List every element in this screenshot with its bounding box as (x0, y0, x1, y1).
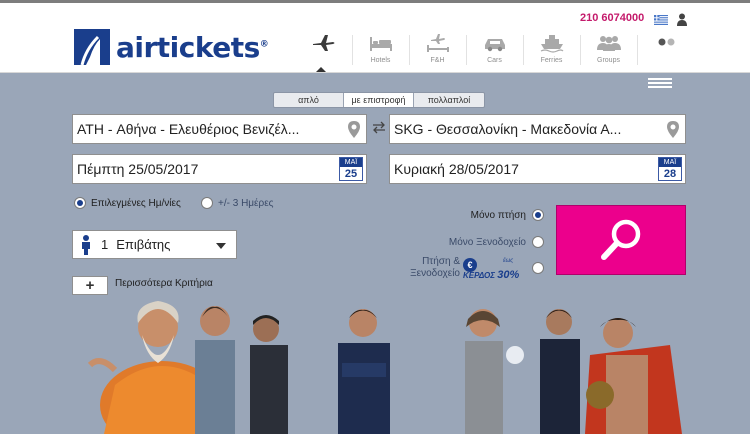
calendar-month: ΜΑΪ (659, 158, 681, 167)
nav-groups[interactable]: Groups (580, 33, 637, 73)
profit-promo-badge: € έως ΚΕΡΔΟΣ 30% (463, 258, 527, 281)
hamburger-menu-icon[interactable] (648, 78, 672, 88)
flight-only-label: Μόνο πτήση (470, 209, 526, 221)
active-caret (316, 67, 326, 72)
product-hotel-only[interactable]: Μόνο Ξενοδοχείο (449, 236, 544, 248)
nav-ferries[interactable]: Ferries (523, 33, 580, 73)
nav-cars[interactable]: Cars (466, 33, 523, 73)
site-header: airtickets® 210 6074000 Hotels F&H Cars … (0, 3, 750, 73)
origin-value: ATH - Αθήνα - Ελευθέριος Βενιζέλ... (77, 121, 300, 137)
search-icon (601, 219, 641, 260)
more-criteria-label[interactable]: Περισσότερα Κριτήρια (115, 278, 213, 289)
hotel-only-radio[interactable] (532, 236, 544, 248)
logo-text: airtickets® (116, 30, 269, 64)
exact-dates-option[interactable]: Επιλεγμένες Ημ/νίες (74, 197, 181, 209)
people-background-image (87, 301, 682, 434)
tab-round-trip[interactable]: με επιστροφή (344, 93, 414, 107)
passenger-icon (82, 234, 90, 255)
product-nav: Hotels F&H Cars Ferries Groups (295, 33, 694, 73)
flexible-dates-label: +/- 3 Ημέρες (218, 197, 274, 209)
passenger-count: 1 (101, 237, 109, 252)
nav-label: F&H (430, 57, 445, 64)
car-icon (484, 39, 505, 52)
exact-dates-label: Επιλεγμένες Ημ/νίες (91, 197, 181, 209)
plane-bed-icon (426, 34, 449, 52)
location-pin-icon[interactable] (667, 121, 679, 138)
calendar-day: 25 (344, 168, 358, 180)
swap-icon[interactable] (371, 121, 387, 134)
trip-type-tabs: απλό με επιστροφή πολλαπλοί (273, 92, 485, 108)
return-date-field[interactable]: Κυριακή 28/05/2017 ΜΑΪ 28 (389, 154, 686, 184)
hotel-only-label: Μόνο Ξενοδοχείο (448, 236, 526, 248)
calendar-icon[interactable]: ΜΑΪ 28 (658, 157, 682, 181)
calendar-icon[interactable]: ΜΑΪ 25 (339, 157, 363, 181)
exact-dates-radio[interactable] (74, 197, 86, 209)
flight-hotel-label-2: Ξενοδοχείο (410, 268, 460, 279)
phone-number[interactable]: 210 6074000 (580, 12, 644, 24)
tab-one-way[interactable]: απλό (274, 93, 344, 107)
return-date-value: Κυριακή 28/05/2017 (394, 161, 519, 177)
plane-icon (312, 35, 334, 51)
flexible-dates-radio[interactable] (201, 197, 213, 209)
depart-date-value: Πέμπτη 25/05/2017 (77, 161, 199, 177)
greek-flag-icon[interactable] (654, 15, 668, 25)
nav-more[interactable] (637, 33, 694, 73)
more-criteria-button[interactable]: + (72, 276, 108, 295)
promo-until: έως (503, 258, 514, 264)
search-button[interactable] (556, 205, 686, 275)
nav-flights[interactable] (295, 33, 352, 73)
destination-field[interactable]: SKG - Θεσσαλονίκη - Μακεδονία Α... (389, 114, 686, 144)
flexible-dates-option[interactable]: +/- 3 Ημέρες (201, 197, 273, 209)
flight-hotel-radio[interactable] (532, 262, 544, 274)
destination-value: SKG - Θεσσαλονίκη - Μακεδονία Α... (394, 121, 622, 137)
calendar-day: 28 (663, 168, 677, 180)
logo-mark-icon (74, 29, 110, 66)
nav-label: Groups (597, 57, 620, 64)
nav-hotels[interactable]: Hotels (352, 33, 409, 73)
ship-icon (540, 35, 563, 53)
location-pin-icon[interactable] (348, 121, 360, 138)
passenger-label: Επιβάτης (116, 237, 171, 252)
flight-hotel-label-1: Πτήση & (422, 256, 460, 267)
chevron-down-icon (216, 243, 226, 249)
depart-date-field[interactable]: Πέμπτη 25/05/2017 ΜΑΪ 25 (72, 154, 367, 184)
tab-multi-city[interactable]: πολλαπλοί (414, 93, 484, 107)
dots-icon (658, 38, 674, 46)
nav-label: Hotels (370, 57, 391, 64)
flight-only-radio[interactable] (532, 209, 544, 221)
nav-flight-hotel[interactable]: F&H (409, 33, 466, 73)
nav-label: Cars (487, 57, 502, 64)
promo-text: ΚΕΡΔΟΣ 30% (463, 269, 520, 281)
logo[interactable]: airtickets® (72, 27, 269, 67)
group-icon (596, 36, 621, 51)
bed-icon (369, 37, 392, 51)
passengers-select[interactable]: 1 Επιβάτης (72, 230, 237, 259)
origin-field[interactable]: ATH - Αθήνα - Ελευθέριος Βενιζέλ... (72, 114, 367, 144)
calendar-month: ΜΑΪ (340, 158, 362, 167)
nav-label: Ferries (540, 57, 563, 64)
product-flight-only[interactable]: Μόνο πτήση (471, 209, 544, 221)
user-icon[interactable] (677, 13, 687, 26)
